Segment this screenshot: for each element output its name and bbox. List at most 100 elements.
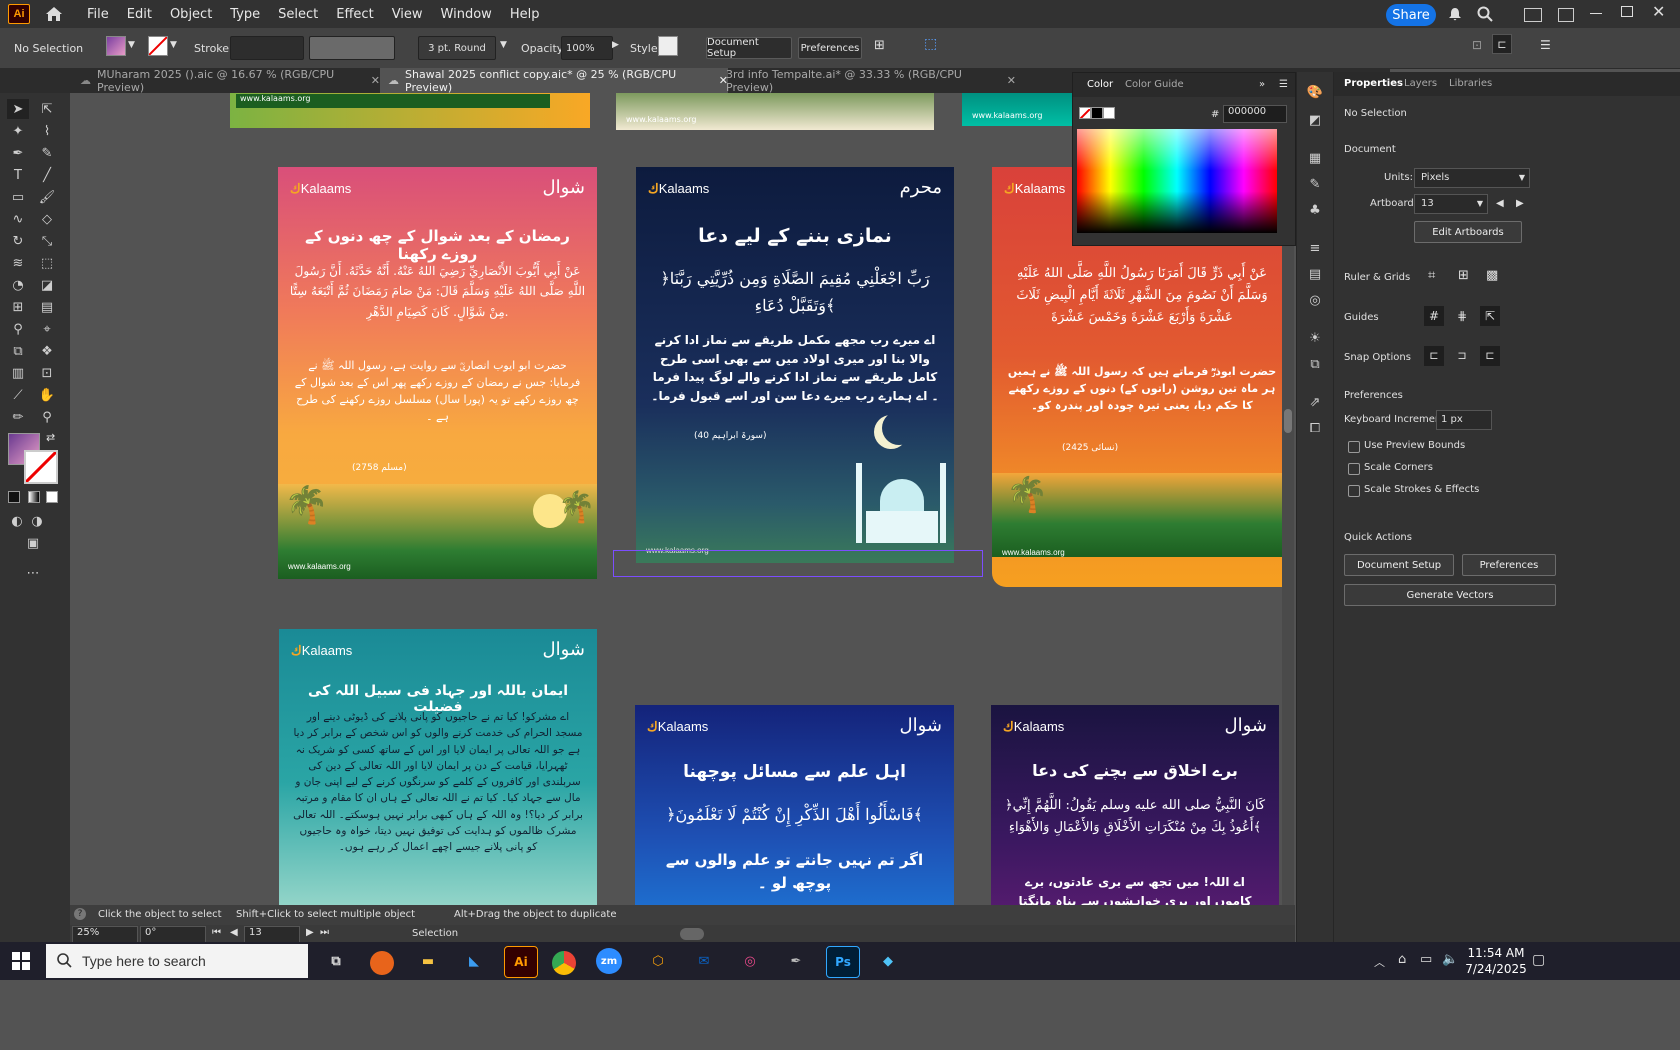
hand-tool-icon[interactable]: ✋ bbox=[36, 385, 58, 405]
task-view-icon[interactable]: ⧉ bbox=[320, 946, 352, 976]
snap-to-glyph-icon[interactable]: ⊏ bbox=[1480, 346, 1500, 366]
lock-guides-icon[interactable]: ⋕ bbox=[1452, 306, 1472, 326]
curvature-tool-icon[interactable]: ✎ bbox=[36, 143, 58, 163]
poster-shawwal-fasting[interactable]: ﻙKalaams شوال رمضان کے بعد شوال کے چھ دن… bbox=[278, 167, 597, 579]
selection-tool-icon[interactable]: ➤ bbox=[7, 99, 29, 119]
rulers-icon[interactable]: ⌗ bbox=[1428, 268, 1435, 283]
opacity-field[interactable]: 100% bbox=[561, 36, 613, 60]
battery-icon[interactable]: ▭ bbox=[1420, 952, 1432, 967]
previous-artboard-icon[interactable]: ◀ bbox=[1496, 198, 1504, 209]
network-icon[interactable]: ⌂ bbox=[1398, 952, 1406, 967]
none-mode-icon[interactable] bbox=[46, 491, 58, 503]
swatches-icon[interactable]: ▦ bbox=[1304, 148, 1326, 168]
lasso-icon[interactable]: ⌇ bbox=[36, 121, 58, 141]
edit-artboards-button[interactable]: Edit Artboards bbox=[1414, 221, 1522, 243]
symbols-icon[interactable]: ♣ bbox=[1304, 200, 1326, 220]
close-window-icon[interactable]: ✕ bbox=[1652, 2, 1665, 21]
paintbrush-icon[interactable]: 🖌 bbox=[36, 187, 58, 207]
zoom-app-icon[interactable]: zm bbox=[596, 948, 622, 974]
chevron-right-icon[interactable]: ▶ bbox=[612, 40, 619, 50]
tab-color[interactable]: Color bbox=[1087, 79, 1113, 90]
menu-edit[interactable]: Edit bbox=[118, 7, 161, 22]
rectangle-tool-icon[interactable]: ▭ bbox=[7, 187, 29, 207]
search-icon[interactable] bbox=[1477, 6, 1493, 25]
document-setup-button[interactable]: Document Setup bbox=[706, 37, 792, 59]
magic-wand-icon[interactable]: ✦ bbox=[7, 121, 29, 141]
generate-vectors-button[interactable]: Generate Vectors bbox=[1344, 584, 1556, 606]
brush-definition[interactable]: 3 pt. Round bbox=[418, 36, 496, 60]
firefox-icon[interactable] bbox=[370, 951, 394, 975]
keyboard-increment-input[interactable]: 1 px bbox=[1436, 410, 1492, 430]
snap-to-point-icon[interactable]: ⊏ bbox=[1424, 346, 1444, 366]
artboard-dropdown[interactable]: 13 ▼ bbox=[1414, 194, 1488, 214]
scale-corners-checkbox[interactable] bbox=[1348, 463, 1360, 475]
pen-tool-icon[interactable]: ✒ bbox=[7, 143, 29, 163]
unity-hub-icon[interactable]: ⬡ bbox=[642, 946, 674, 976]
chevron-down-icon[interactable]: ▼ bbox=[170, 40, 177, 50]
type-tool-icon[interactable]: T bbox=[7, 165, 29, 185]
blend-tool-icon[interactable]: ⧉ bbox=[7, 341, 29, 361]
document-setup-button[interactable]: Document Setup bbox=[1344, 554, 1454, 576]
transparency-icon[interactable]: ◎ bbox=[1304, 290, 1326, 310]
show-guides-icon[interactable]: # bbox=[1424, 306, 1444, 326]
scrollbar-thumb[interactable] bbox=[1284, 409, 1292, 433]
eraser-icon[interactable]: ◇ bbox=[36, 209, 58, 229]
stroke-swatch[interactable] bbox=[148, 36, 168, 56]
gradient-mode-icon[interactable] bbox=[28, 491, 40, 503]
units-dropdown[interactable]: Pixels ▼ bbox=[1414, 168, 1530, 188]
menu-effect[interactable]: Effect bbox=[327, 7, 382, 22]
stroke-color-swatch[interactable] bbox=[24, 450, 58, 484]
tab-libraries[interactable]: Libraries bbox=[1449, 78, 1492, 89]
white-swatch[interactable] bbox=[1103, 107, 1115, 119]
line-tool-icon[interactable]: ╱ bbox=[36, 165, 58, 185]
close-icon[interactable]: ✕ bbox=[371, 74, 380, 87]
workspace-icon[interactable] bbox=[1524, 8, 1542, 22]
scale-tool-icon[interactable]: ⤡ bbox=[36, 231, 58, 251]
recolor-icon[interactable]: ⬚ bbox=[924, 36, 937, 52]
pen-app-icon[interactable]: ✒ bbox=[780, 946, 812, 976]
slice-tool-icon[interactable]: ⟋ bbox=[7, 385, 29, 405]
gradient-panel-icon[interactable]: ▤ bbox=[1304, 264, 1326, 284]
menu-help[interactable]: Help bbox=[501, 7, 549, 22]
next-artboard-icon[interactable]: ▶ bbox=[1516, 198, 1524, 209]
tab-properties[interactable]: Properties bbox=[1344, 78, 1403, 89]
panel-menu-icon[interactable]: ☰ bbox=[1279, 79, 1288, 90]
help-icon[interactable]: ? bbox=[74, 908, 86, 920]
taskbar-search-box[interactable]: Type here to search bbox=[46, 944, 308, 978]
artboards-icon[interactable]: ⧠ bbox=[1304, 418, 1326, 438]
tab-layers[interactable]: Layers bbox=[1404, 78, 1437, 89]
transparency-grid-icon[interactable]: ▩ bbox=[1486, 268, 1498, 283]
measure-icon[interactable]: ⌖ bbox=[36, 319, 58, 339]
previous-artboard-icon[interactable]: ◀ bbox=[230, 927, 238, 938]
rotation-dropdown[interactable]: 0° bbox=[140, 926, 206, 943]
clock-time[interactable]: 11:54 AM bbox=[1464, 946, 1528, 960]
draw-behind-icon[interactable]: ◑ bbox=[26, 511, 48, 531]
more-tools-icon[interactable]: ⋯ bbox=[22, 563, 44, 583]
stroke-panel-icon[interactable]: ≡ bbox=[1304, 238, 1326, 258]
preferences-button[interactable]: Preferences bbox=[798, 37, 862, 59]
graphic-styles-icon[interactable]: ⧉ bbox=[1304, 354, 1326, 374]
color-panel-icon[interactable]: 🎨 bbox=[1304, 82, 1326, 102]
collapse-icon[interactable]: » bbox=[1259, 79, 1265, 90]
grid-icon[interactable]: ⊞ bbox=[1458, 268, 1469, 283]
smart-guides-icon[interactable]: ⇱ bbox=[1480, 306, 1500, 326]
menu-object[interactable]: Object bbox=[161, 7, 221, 22]
chevron-down-icon[interactable]: ▼ bbox=[500, 40, 507, 50]
brushes-icon[interactable]: ✎ bbox=[1304, 174, 1326, 194]
color-guide-icon[interactable]: ◩ bbox=[1304, 110, 1326, 130]
minimize-icon[interactable] bbox=[1590, 13, 1602, 14]
stroke-weight-field[interactable] bbox=[230, 36, 304, 60]
align-icon[interactable]: ⊞ bbox=[874, 38, 885, 53]
artboard-tool-icon[interactable]: ⊡ bbox=[36, 363, 58, 383]
pencil-icon[interactable]: ✏ bbox=[7, 407, 29, 427]
swap-colors-icon[interactable]: ⇄ bbox=[46, 431, 55, 444]
preferences-button[interactable]: Preferences bbox=[1462, 554, 1556, 576]
chrome-icon[interactable] bbox=[552, 951, 576, 975]
screen-mode-icon[interactable]: ▣ bbox=[22, 533, 44, 553]
style-swatch[interactable] bbox=[658, 36, 678, 56]
perspective-grid-icon[interactable]: ◪ bbox=[36, 275, 58, 295]
menu-type[interactable]: Type bbox=[221, 7, 269, 22]
home-icon[interactable] bbox=[42, 5, 66, 23]
snap-to-pixel-icon[interactable]: ⊐ bbox=[1452, 346, 1472, 366]
last-artboard-icon[interactable]: ⏭ bbox=[320, 927, 329, 938]
